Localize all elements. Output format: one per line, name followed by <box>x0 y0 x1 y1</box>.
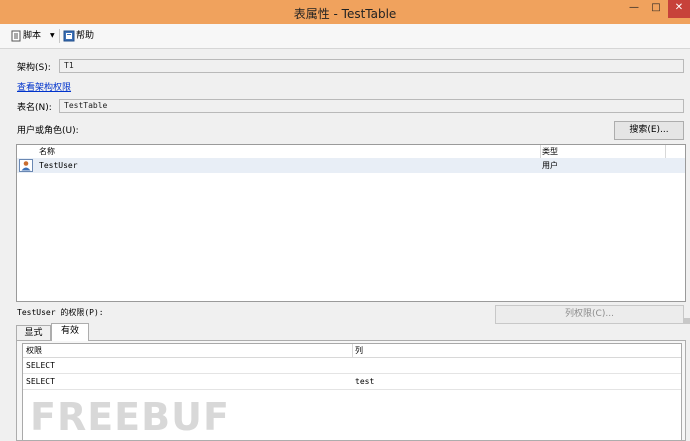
column-header-type[interactable]: 类型 <box>542 145 558 158</box>
column-divider <box>665 145 666 158</box>
window-title: 表属性 - TestTable <box>293 7 397 21</box>
view-schema-permissions-link[interactable]: 查看架构权限 <box>17 82 71 94</box>
table-name-label: 表名(N): <box>17 103 52 113</box>
table-name-field: TestTable <box>59 99 684 113</box>
toolbar-separator <box>59 29 60 43</box>
table-row[interactable]: TestUser 用户 <box>17 158 685 173</box>
users-grid: 名称 类型 TestUser 用户 <box>16 144 686 302</box>
column-cell: test <box>355 377 375 386</box>
tab-explicit[interactable]: 显式 <box>16 325 51 341</box>
permissions-label: TestUser 的权限(P): <box>17 307 104 319</box>
users-grid-header: 名称 类型 <box>17 145 685 159</box>
script-dropdown-icon[interactable]: ▼ <box>50 29 55 43</box>
toolbar: 脚本 ▼ 帮助 <box>0 24 690 49</box>
column-header-permission[interactable]: 权限 <box>26 344 42 357</box>
column-header-name[interactable]: 名称 <box>39 145 55 158</box>
tab-effective[interactable]: 有效 <box>51 323 89 341</box>
script-icon <box>11 30 21 41</box>
column-divider <box>540 145 541 158</box>
search-button[interactable]: 搜索(E)... <box>614 121 684 140</box>
user-icon <box>19 159 33 172</box>
close-button[interactable]: ✕ <box>668 0 690 18</box>
minimize-button[interactable]: — <box>624 0 644 18</box>
schema-field: T1 <box>59 59 684 73</box>
user-type-cell: 用户 <box>542 161 558 170</box>
permissions-label-text: TestUser 的权限(P): <box>17 308 104 317</box>
permission-cell: SELECT <box>26 377 55 386</box>
scroll-grip <box>684 318 690 324</box>
table-row[interactable]: SELECT <box>23 358 681 374</box>
table-row[interactable]: SELECT test <box>23 374 681 390</box>
maximize-button[interactable]: □ <box>646 0 666 18</box>
permissions-grid-header: 权限 列 <box>23 344 681 358</box>
help-button-label: 帮助 <box>76 31 95 41</box>
users-roles-label: 用户或角色(U): <box>17 126 79 136</box>
schema-label: 架构(S): <box>17 63 51 73</box>
user-name-cell: TestUser <box>39 161 78 170</box>
column-header-column[interactable]: 列 <box>355 344 363 357</box>
script-button-label: 脚本 <box>23 31 42 41</box>
column-divider <box>352 344 353 357</box>
permission-cell: SELECT <box>26 361 55 370</box>
help-icon <box>63 30 75 41</box>
script-button[interactable]: 脚本 <box>10 29 41 43</box>
watermark: FREEBUF <box>30 395 230 439</box>
column-permissions-button[interactable]: 列权限(C)... <box>495 305 684 324</box>
help-button[interactable]: 帮助 <box>63 29 94 43</box>
title-bar: 表属性 - TestTable — □ ✕ <box>0 0 690 24</box>
